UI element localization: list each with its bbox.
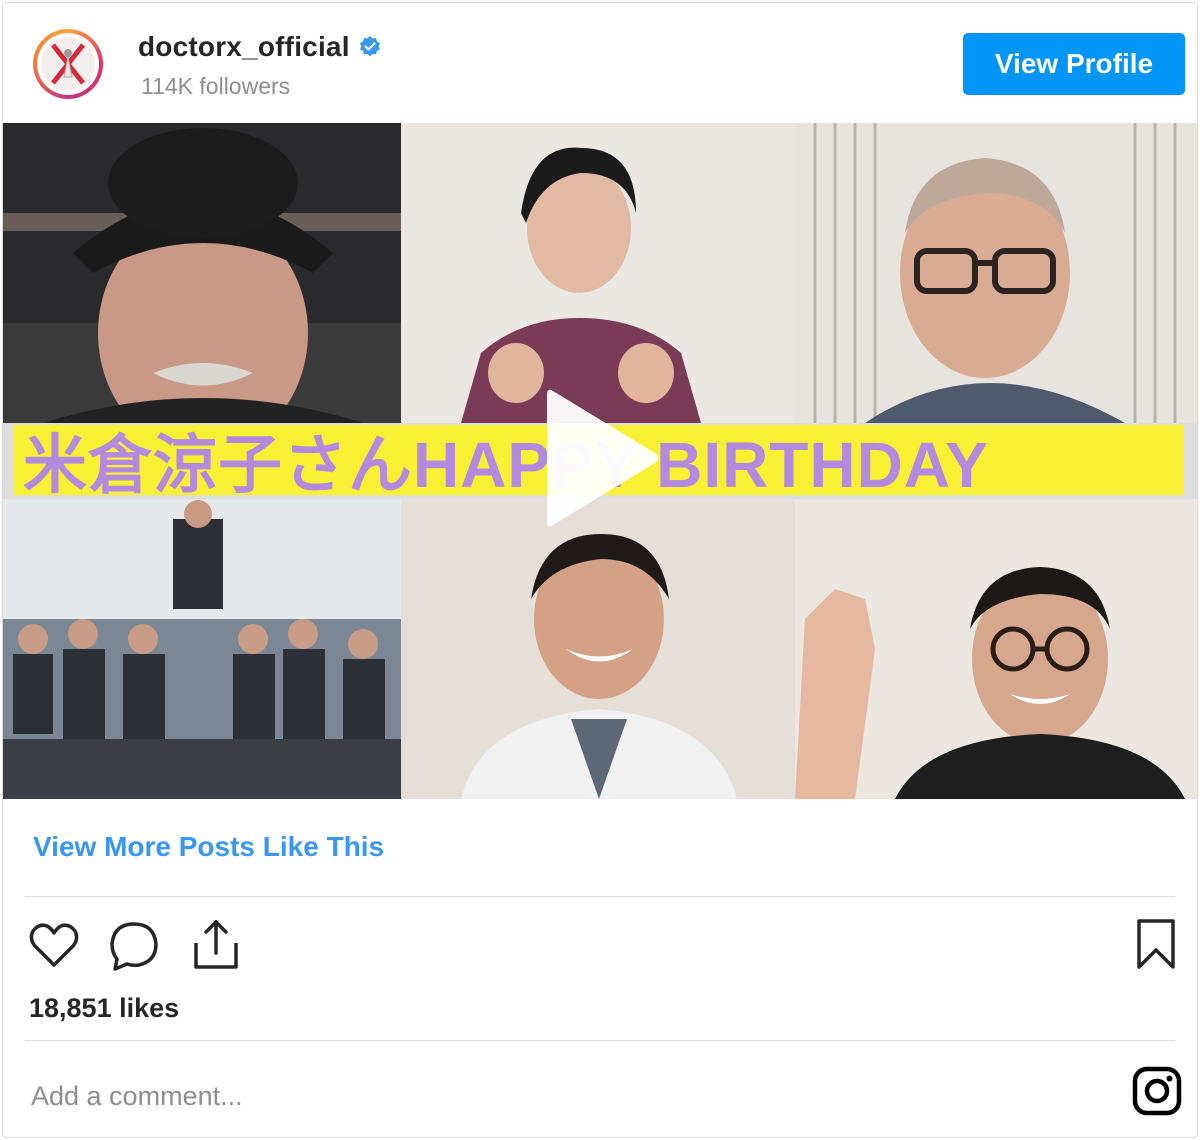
avatar[interactable] [33,29,103,99]
comment-input[interactable] [29,1073,1113,1119]
view-more-posts-link[interactable]: View More Posts Like This [33,831,384,863]
video-panel-man-in-hat [3,123,401,423]
doctorx-logo-icon [41,37,95,91]
divider [25,1040,1175,1041]
instagram-embed-card: doctorx_official 114K followers View Pro… [2,2,1198,1138]
post-video[interactable]: 米倉涼子さんHAPPY BIRTHDAY [3,123,1197,799]
verified-badge-icon [359,36,380,57]
comment-icon[interactable] [107,919,161,973]
share-icon[interactable] [189,917,243,973]
video-panel-man-with-glasses [795,123,1197,423]
instagram-icon[interactable] [1131,1065,1183,1117]
post-header: doctorx_official 114K followers View Pro… [3,3,1197,123]
video-panel-man-with-round-glasses [795,499,1197,799]
video-panel-group-photo [3,499,401,799]
view-profile-button[interactable]: View Profile [963,33,1185,95]
username[interactable]: doctorx_official [138,31,350,63]
play-icon[interactable] [543,383,663,533]
divider [25,896,1175,897]
follower-count: 114K followers [141,73,291,99]
video-panel-woman [401,123,795,423]
like-count: 18,851 likes [29,993,180,1023]
heart-icon[interactable] [27,919,81,973]
bookmark-icon[interactable] [1133,917,1179,973]
video-panel-smiling-man [401,499,795,799]
